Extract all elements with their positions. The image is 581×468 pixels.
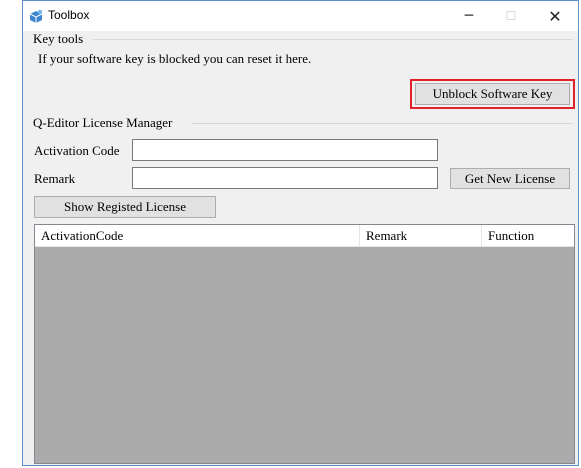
license-manager-group-label: Q-Editor License Manager <box>33 115 173 130</box>
activation-code-label: Activation Code <box>34 143 120 158</box>
activation-code-input[interactable] <box>132 139 438 161</box>
grid-header: ActivationCode Remark Function <box>35 225 574 247</box>
license-grid[interactable]: ActivationCode Remark Function <box>34 224 575 464</box>
key-tools-description: If your software key is blocked you can … <box>38 51 312 66</box>
license-manager-group-divider <box>191 123 573 124</box>
maximize-button[interactable]: ☐ <box>489 1 533 31</box>
show-registered-license-button[interactable]: Show Registed License <box>34 196 216 218</box>
get-new-license-button[interactable]: Get New License <box>450 168 570 189</box>
minimize-button[interactable]: ─ <box>447 1 491 31</box>
remark-label: Remark <box>34 171 76 186</box>
column-header-activation-code[interactable]: ActivationCode <box>35 225 360 246</box>
unblock-software-key-button[interactable]: Unblock Software Key <box>415 83 570 105</box>
close-button[interactable]: ✕ <box>533 1 577 31</box>
column-header-remark[interactable]: Remark <box>360 225 482 246</box>
remark-input[interactable] <box>132 167 438 189</box>
title-bar[interactable]: Toolbox ─ ☐ ✕ <box>23 1 578 31</box>
window-title: Toolbox <box>48 8 90 22</box>
key-tools-group-divider <box>93 39 573 40</box>
column-header-function[interactable]: Function <box>482 225 574 246</box>
toolbox-app-icon <box>29 9 43 23</box>
toolbox-window: Toolbox ─ ☐ ✕ Key tools If your software… <box>22 0 579 466</box>
key-tools-group-label: Key tools <box>33 31 84 46</box>
